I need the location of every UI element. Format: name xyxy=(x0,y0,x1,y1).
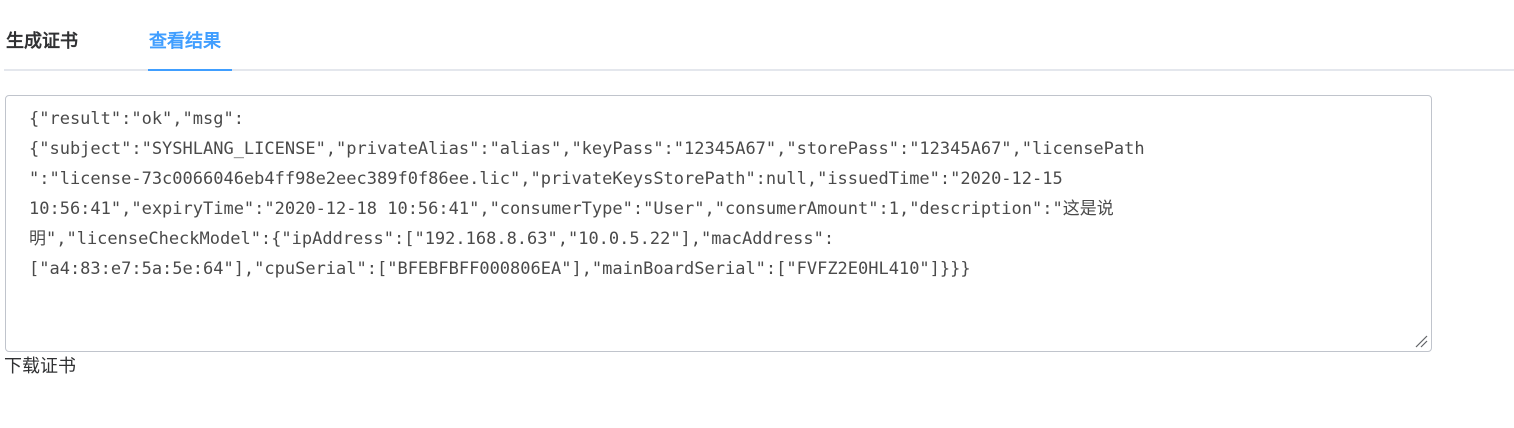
result-textarea[interactable]: {"result":"ok","msg": {"subject":"SYSHLA… xyxy=(5,95,1432,352)
tab-active-indicator xyxy=(148,69,232,71)
result-line: 明","licenseCheckModel":{"ipAddress":["19… xyxy=(29,229,835,249)
tab-generate-license[interactable]: 生成证书 xyxy=(6,0,78,71)
result-line: {"subject":"SYSHLANG_LICENSE","privateAl… xyxy=(29,139,1145,159)
download-license-link[interactable]: 下载证书 xyxy=(4,353,76,381)
tabs-header: 生成证书 查看结果 xyxy=(4,0,1514,71)
result-line: ":"license-73c0066046eb4ff98e2eec389f0f8… xyxy=(29,169,1063,189)
tab-view-result[interactable]: 查看结果 xyxy=(149,0,221,71)
result-line: 10:56:41","expiryTime":"2020-12-18 10:56… xyxy=(29,199,1114,219)
result-line: {"result":"ok","msg": xyxy=(29,109,244,129)
result-line: ["a4:83:e7:5a:5e:64"],"cpuSerial":["BFEB… xyxy=(29,259,971,279)
resize-handle-icon[interactable] xyxy=(1414,334,1428,348)
